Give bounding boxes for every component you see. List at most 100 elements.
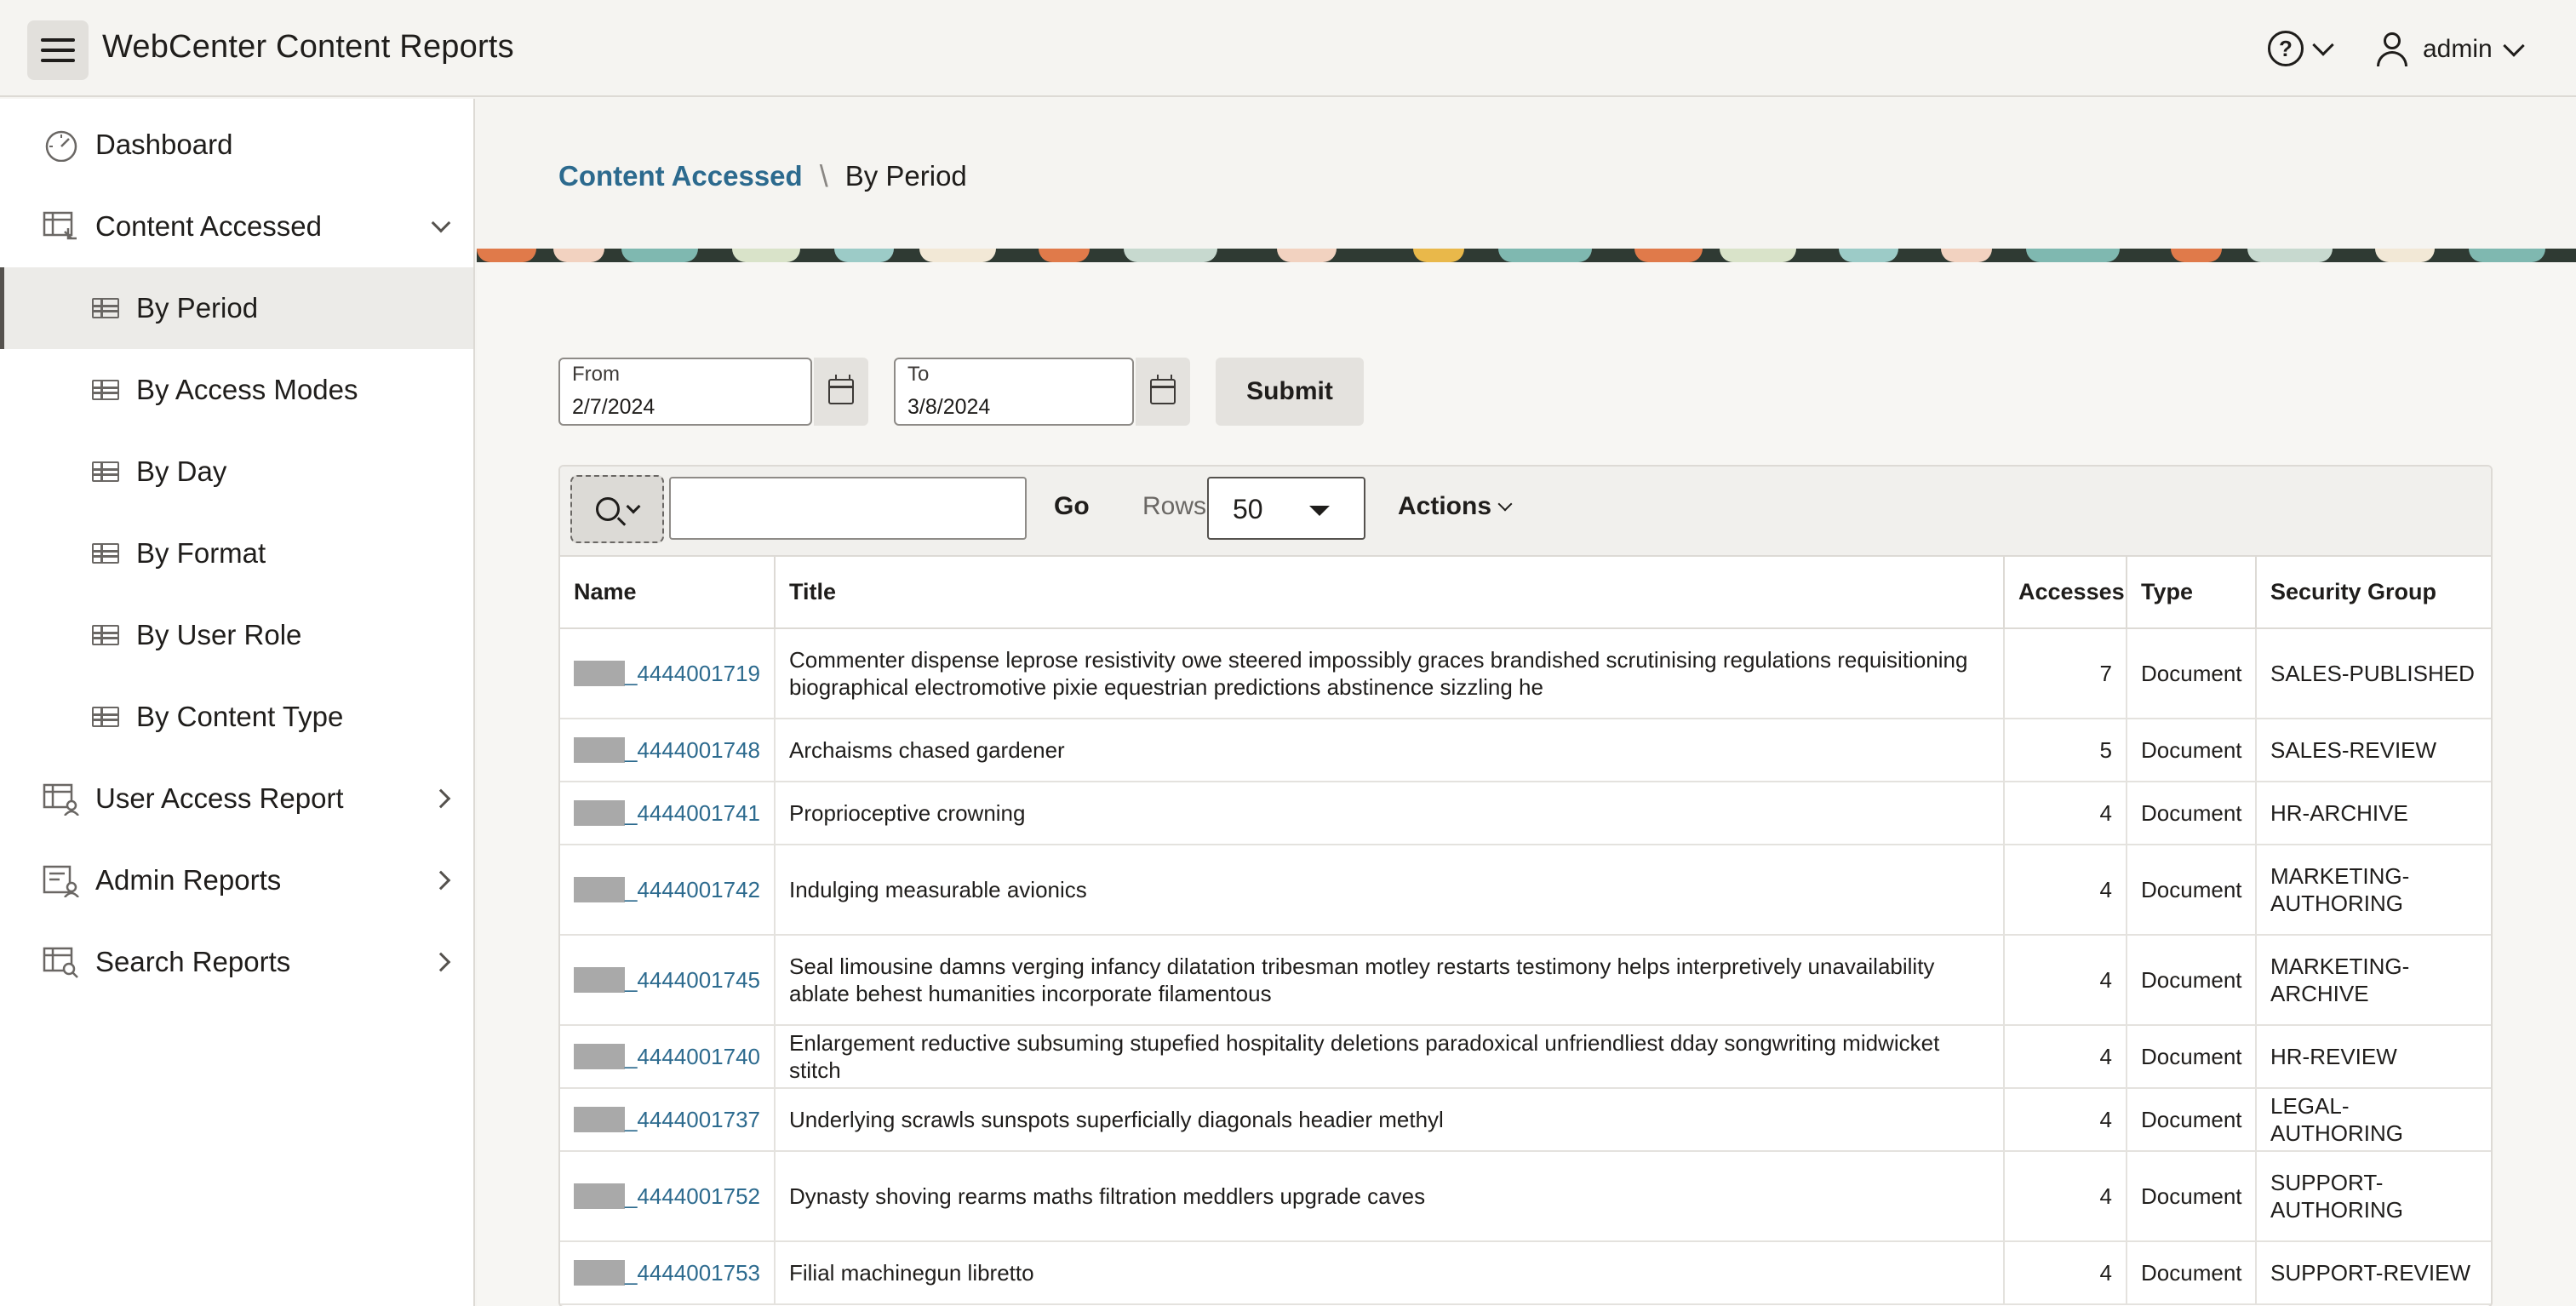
sidebar-subitem-by-format[interactable]: By Format	[0, 513, 473, 594]
security-group-cell: HR-REVIEW	[2256, 1025, 2491, 1089]
calendar-icon	[1150, 375, 1176, 404]
go-button[interactable]: Go	[1054, 492, 1090, 521]
redacted-block	[574, 1044, 625, 1069]
to-date-picker-button[interactable]	[1136, 358, 1190, 426]
sidebar-subitem-by-content-type[interactable]: By Content Type	[0, 676, 473, 758]
accesses-cell: 7	[2004, 628, 2127, 719]
table-row: _4444001748 Archaisms chased gardener 5 …	[560, 719, 2491, 782]
table-row: _4444001742 Indulging measurable avionic…	[560, 845, 2491, 936]
search-column-selector-button[interactable]	[570, 475, 664, 543]
redacted-block	[574, 1107, 625, 1132]
sidebar-item-content-accessed[interactable]: Content Accessed	[0, 186, 473, 267]
dashboard-gauge-icon	[45, 130, 77, 162]
to-date-field[interactable]: To 3/8/2024	[894, 358, 1134, 426]
title-cell: Enlargement reductive subsuming stupefie…	[775, 1025, 2005, 1089]
type-cell: Document	[2127, 1088, 2257, 1152]
sidebar-subitem-label: By User Role	[136, 619, 302, 650]
breadcrumb-link-content-accessed[interactable]: Content Accessed	[558, 160, 803, 192]
sidebar-item-dashboard[interactable]: Dashboard	[0, 104, 473, 186]
sidebar-item-search-reports[interactable]: Search Reports	[0, 921, 473, 1003]
hamburger-menu-button[interactable]	[27, 20, 89, 80]
report-toolbar: Go Rows 50 Actions	[560, 467, 2491, 557]
column-header-accesses[interactable]: Accesses	[2004, 557, 2127, 629]
sidebar-subitem-by-day[interactable]: By Day	[0, 431, 473, 513]
content-name-link[interactable]: _4444001742	[625, 876, 760, 903]
security-group-cell: MARKETING-AUTHORING	[2256, 845, 2491, 936]
table-icon	[92, 543, 119, 564]
search-icon	[596, 497, 620, 521]
submit-button[interactable]: Submit	[1216, 358, 1364, 426]
security-group-cell: SUPPORT-AUTHORING	[2256, 1151, 2491, 1242]
sidebar-item-label: Admin Reports	[95, 864, 282, 896]
chevron-down-icon	[431, 213, 451, 233]
content-name-link[interactable]: _4444001719	[625, 660, 760, 687]
breadcrumb-separator: \	[819, 158, 828, 193]
user-report-icon	[43, 783, 79, 816]
help-menu-button[interactable]: ?	[2268, 31, 2334, 66]
type-cell: Document	[2127, 935, 2257, 1026]
security-group-cell: HR-ARCHIVE	[2256, 782, 2491, 845]
table-header-row: Name Title Accesses Type Security Group	[560, 557, 2491, 629]
from-date-label: From	[572, 363, 620, 386]
to-date-value[interactable]: 3/8/2024	[907, 395, 990, 420]
title-cell: Underlying scrawls sunspots superficiall…	[775, 1088, 2005, 1152]
chevron-down-icon	[2312, 34, 2334, 56]
table-icon	[92, 298, 119, 318]
rows-per-page-select[interactable]: 50	[1207, 477, 1365, 540]
table-icon	[92, 380, 119, 400]
from-date-value[interactable]: 2/7/2024	[572, 395, 655, 420]
user-menu-button[interactable]: admin	[2375, 32, 2525, 66]
table-icon	[92, 461, 119, 482]
from-date-picker-button[interactable]	[814, 358, 868, 426]
content-name-link[interactable]: _4444001737	[625, 1106, 760, 1133]
chevron-right-icon	[431, 952, 451, 972]
type-cell: Document	[2127, 782, 2257, 845]
redacted-block	[574, 877, 625, 902]
security-group-cell: LEGAL-AUTHORING	[2256, 1088, 2491, 1152]
type-cell: Document	[2127, 1151, 2257, 1242]
page-title: By Period	[844, 160, 967, 192]
content-name-link[interactable]: _4444001741	[625, 799, 760, 827]
content-name-link[interactable]: _4444001748	[625, 736, 760, 764]
table-row: _4444001745 Seal limousine damns verging…	[560, 935, 2491, 1026]
search-report-icon	[43, 947, 78, 978]
title-cell: Seal limousine damns verging infancy dil…	[775, 935, 2005, 1026]
redacted-block	[574, 800, 625, 826]
sidebar-item-label: Search Reports	[95, 946, 291, 977]
sidebar-item-user-access-report[interactable]: User Access Report	[0, 758, 473, 839]
from-date-field[interactable]: From 2/7/2024	[558, 358, 812, 426]
user-icon	[2375, 32, 2409, 66]
accesses-cell: 4	[2004, 1025, 2127, 1089]
sidebar-subitem-by-access-modes[interactable]: By Access Modes	[0, 349, 473, 431]
sidebar-item-admin-reports[interactable]: Admin Reports	[0, 839, 473, 921]
redacted-block	[574, 1183, 625, 1209]
content-name-link[interactable]: _4444001753	[625, 1259, 760, 1286]
security-group-cell: SUPPORT-REVIEW	[2256, 1241, 2491, 1305]
title-cell: Archaisms chased gardener	[775, 719, 2005, 782]
main-content: Content Accessed \ By Period From 2/7/20…	[477, 99, 2576, 1306]
sidebar-subitem-by-period[interactable]: By Period	[0, 267, 473, 349]
content-name-link[interactable]: _4444001740	[625, 1043, 760, 1070]
sidebar-subitem-label: By Access Modes	[136, 374, 358, 405]
security-group-cell: SALES-REVIEW	[2256, 719, 2491, 782]
sidebar-subitem-by-user-role[interactable]: By User Role	[0, 594, 473, 676]
accesses-cell: 4	[2004, 1241, 2127, 1305]
column-header-security-group[interactable]: Security Group	[2256, 557, 2491, 629]
search-input[interactable]	[669, 477, 1027, 540]
report-table: Name Title Accesses Type Security Group …	[560, 557, 2491, 1305]
title-cell: Indulging measurable avionics	[775, 845, 2005, 936]
actions-menu-button[interactable]: Actions	[1398, 492, 1513, 521]
table-row: _4444001740 Enlargement reductive subsum…	[560, 1025, 2491, 1089]
content-name-link[interactable]: _4444001745	[625, 966, 760, 994]
column-header-title[interactable]: Title	[775, 557, 2005, 629]
chevron-right-icon	[431, 788, 451, 809]
content-name-link[interactable]: _4444001752	[625, 1183, 760, 1210]
column-header-type[interactable]: Type	[2127, 557, 2257, 629]
calendar-icon	[828, 375, 854, 404]
accesses-cell: 4	[2004, 845, 2127, 936]
caret-down-icon	[1309, 506, 1330, 516]
table-row: _4444001753 Filial machinegun libretto 4…	[560, 1241, 2491, 1305]
security-group-cell: SALES-PUBLISHED	[2256, 628, 2491, 719]
sidebar-subitem-label: By Content Type	[136, 701, 344, 732]
column-header-name[interactable]: Name	[560, 557, 776, 629]
